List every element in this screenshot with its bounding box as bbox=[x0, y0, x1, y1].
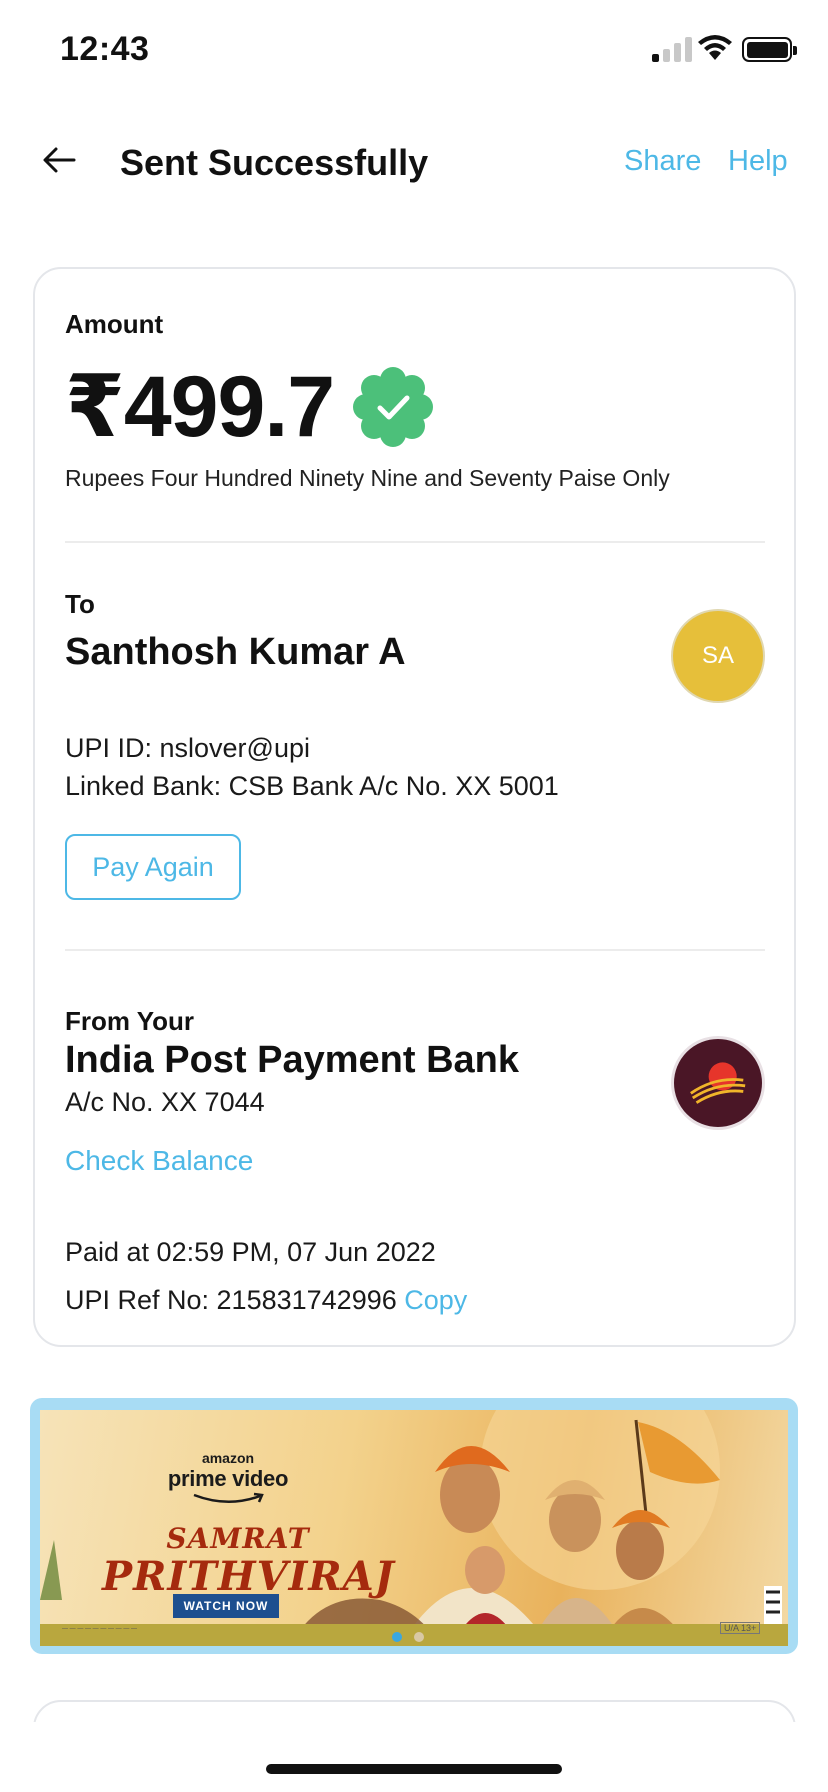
help-button[interactable]: Help bbox=[728, 145, 788, 178]
status-time: 12:43 bbox=[60, 30, 150, 68]
cellular-signal-icon bbox=[652, 36, 692, 62]
paid-at-timestamp: Paid at 02:59 PM, 07 Jun 2022 bbox=[65, 1237, 436, 1267]
receipt-card: Amount ₹499.7 Rupees Four Hundred Ninety bbox=[33, 267, 796, 1347]
upi-ref-row: UPI Ref No: 215831742996 Copy bbox=[65, 1285, 467, 1316]
top-app-bar: Sent Successfully Share Help bbox=[0, 130, 828, 200]
movie-title-line1: SAMRAT bbox=[166, 1522, 310, 1555]
carousel-dot[interactable] bbox=[414, 1632, 424, 1642]
amount-value: ₹499.7 bbox=[65, 359, 335, 455]
recipient-upi-id: UPI ID: nslover@upi bbox=[65, 733, 310, 763]
pay-again-button[interactable]: Pay Again bbox=[65, 834, 241, 900]
battery-icon bbox=[742, 37, 797, 62]
banner-fineprint: — — — — — — — — — — bbox=[62, 1626, 138, 1632]
recipient-name: Santhosh Kumar A bbox=[65, 631, 406, 673]
divider bbox=[65, 949, 765, 951]
status-bar: 12:43 bbox=[0, 0, 828, 100]
source-bank-name: India Post Payment Bank bbox=[65, 1039, 520, 1081]
recipient-avatar: SA bbox=[671, 609, 765, 703]
movie-title-line2: PRITHVIRAJ bbox=[102, 1553, 395, 1600]
smile-arrow-icon bbox=[193, 1492, 264, 1503]
upi-ref-number: UPI Ref No: 215831742996 bbox=[65, 1285, 397, 1315]
prime-video-logo: amazon prime video bbox=[158, 1450, 298, 1511]
amount-row: ₹499.7 bbox=[65, 357, 434, 457]
promo-banner[interactable]: amazon prime video SAMRAT PRITHVIRAJ WAT… bbox=[30, 1398, 798, 1654]
wifi-icon bbox=[698, 35, 732, 60]
home-indicator[interactable] bbox=[266, 1764, 562, 1774]
source-account: A/c No. XX 7044 bbox=[65, 1087, 265, 1117]
bottom-safe-area bbox=[0, 1722, 828, 1792]
share-button[interactable]: Share bbox=[624, 145, 701, 178]
recipient-linked-bank: Linked Bank: CSB Bank A/c No. XX 5001 bbox=[65, 771, 559, 801]
amount-label: Amount bbox=[65, 309, 164, 339]
amount-in-words: Rupees Four Hundred Ninety Nine and Seve… bbox=[65, 465, 670, 491]
brand-top: amazon bbox=[201, 1450, 255, 1466]
avatar-initials: SA bbox=[701, 642, 734, 669]
arrow-left-icon[interactable] bbox=[40, 140, 80, 180]
age-rating-badge: U/A 13+ bbox=[720, 1622, 761, 1634]
copy-ref-button[interactable]: Copy bbox=[404, 1285, 467, 1315]
watch-now-button[interactable]: WATCH NOW bbox=[173, 1594, 279, 1618]
carousel-indicator[interactable] bbox=[392, 1632, 432, 1644]
carousel-dot-active[interactable] bbox=[392, 1632, 402, 1642]
page-title: Sent Successfully bbox=[120, 142, 429, 183]
divider bbox=[65, 541, 765, 543]
india-post-logo bbox=[671, 1036, 765, 1130]
brand-main: prime video bbox=[167, 1466, 289, 1491]
payment-success-screen: 12:43 Sent Successfully Share Help Amoun… bbox=[0, 0, 828, 1792]
recipient-label: To bbox=[65, 589, 95, 619]
source-label: From Your bbox=[65, 1006, 195, 1036]
check-balance-link[interactable]: Check Balance bbox=[65, 1145, 253, 1177]
verified-badge-icon bbox=[353, 367, 434, 447]
banner-artwork: amazon prime video SAMRAT PRITHVIRAJ WAT… bbox=[40, 1410, 788, 1646]
